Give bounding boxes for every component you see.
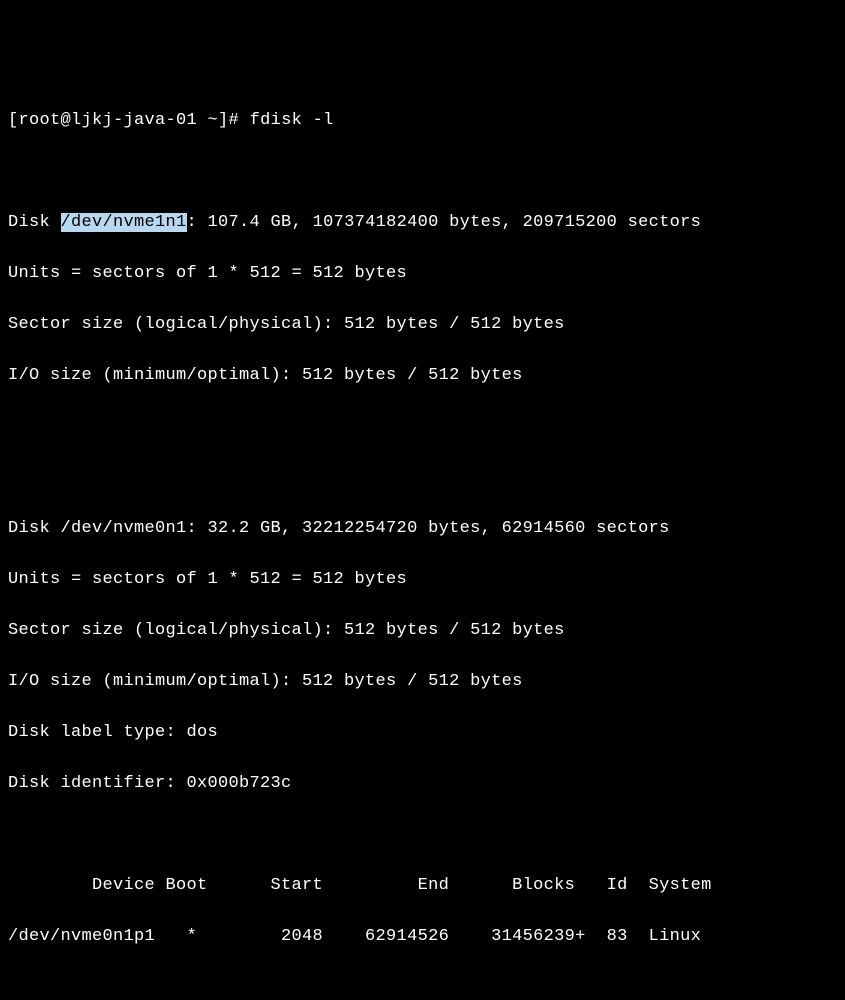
disk1-units: Units = sectors of 1 * 512 = 512 bytes	[8, 261, 837, 287]
blank-line	[8, 465, 837, 491]
shell-prompt: [root@ljkj-java-01 ~]#	[8, 111, 239, 130]
disk1-prefix: Disk	[8, 213, 61, 232]
disk2-header: Disk /dev/nvme0n1: 32.2 GB, 32212254720 …	[8, 516, 837, 542]
disk2-label-type: Disk label type: dos	[8, 720, 837, 746]
disk1-device-highlighted[interactable]: /dev/nvme1n1	[61, 213, 187, 232]
disk1-header: Disk /dev/nvme1n1: 107.4 GB, 10737418240…	[8, 210, 837, 236]
disk2-io-size: I/O size (minimum/optimal): 512 bytes / …	[8, 669, 837, 695]
disk1-after: : 107.4 GB, 107374182400 bytes, 20971520…	[187, 213, 702, 232]
disk2-units: Units = sectors of 1 * 512 = 512 bytes	[8, 567, 837, 593]
disk1-io-size: I/O size (minimum/optimal): 512 bytes / …	[8, 363, 837, 389]
disk1-sector-size: Sector size (logical/physical): 512 byte…	[8, 312, 837, 338]
disk2-identifier: Disk identifier: 0x000b723c	[8, 771, 837, 797]
blank-line	[8, 822, 837, 848]
blank-line	[8, 414, 837, 440]
disk2-sector-size: Sector size (logical/physical): 512 byte…	[8, 618, 837, 644]
prompt-line: [root@ljkj-java-01 ~]# fdisk -l	[8, 108, 837, 134]
blank-line	[8, 159, 837, 185]
partition-table-row: /dev/nvme0n1p1 * 2048 62914526 31456239+…	[8, 924, 837, 950]
partition-table-header: Device Boot Start End Blocks Id System	[8, 873, 837, 899]
command-text: fdisk -l	[250, 111, 334, 130]
